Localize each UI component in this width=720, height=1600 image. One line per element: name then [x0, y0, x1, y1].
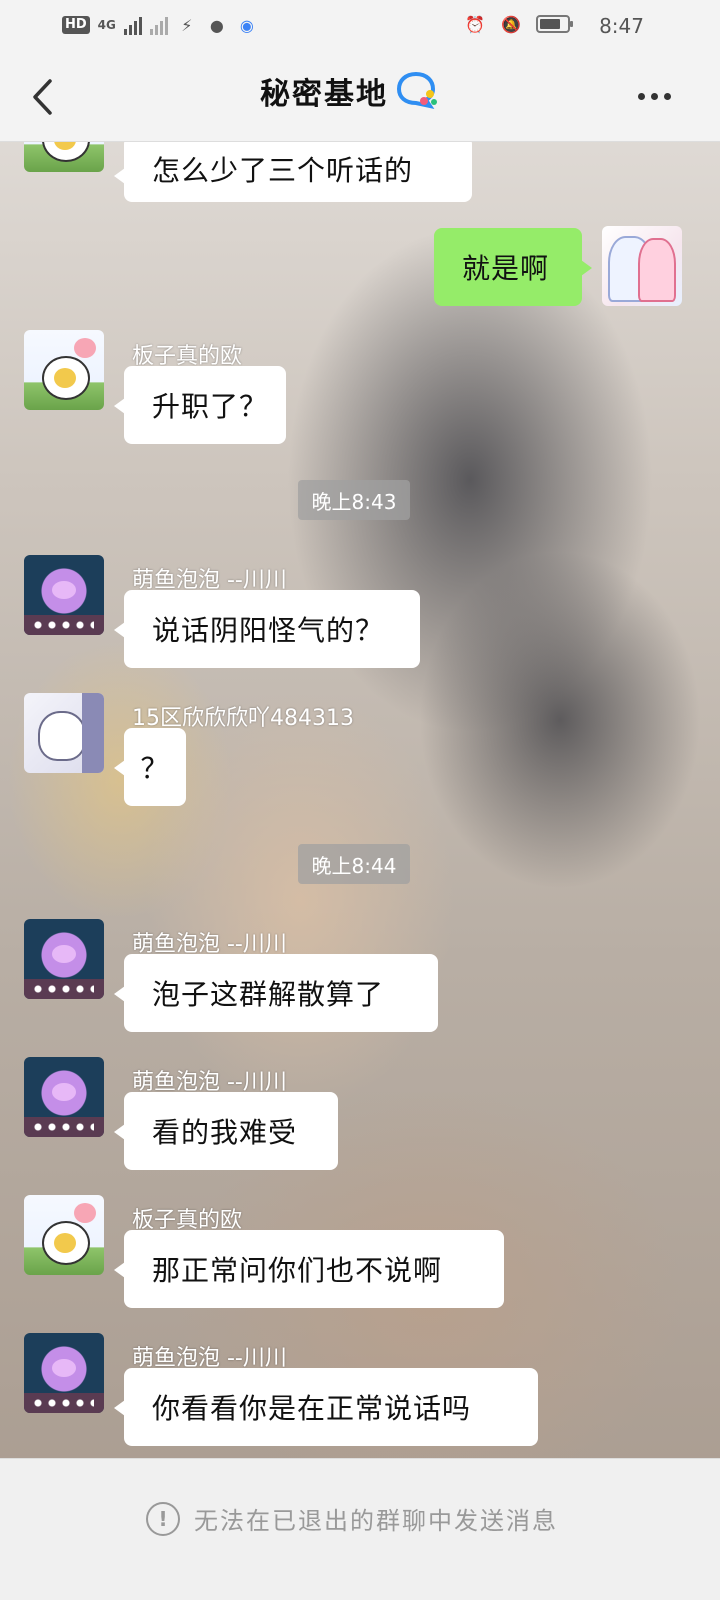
alarm-icon: ⏰ [465, 14, 485, 34]
group-chat-icon [396, 71, 437, 109]
battery-icon [536, 15, 573, 33]
avatar[interactable] [24, 693, 104, 773]
more-dot-icon [663, 92, 671, 100]
avatar[interactable] [24, 330, 104, 410]
avatar[interactable] [24, 142, 104, 172]
link-icon: ⚡ [181, 15, 193, 35]
more-dot-icon [637, 92, 645, 100]
timestamp: 晚上8:43 [298, 480, 410, 520]
message-text: 看的我难受 [152, 1116, 298, 1149]
mute-icon: 🔕 [501, 14, 521, 34]
message-text: 你看看你是在正常说话吗 [152, 1392, 472, 1425]
avatar[interactable] [24, 555, 104, 635]
disabled-notice-text: 无法在已退出的群聊中发送消息 [194, 1507, 558, 1535]
signal-icon [123, 15, 142, 35]
hd-badge: HD [62, 16, 90, 34]
timestamp-text: 晚上8:44 [311, 853, 397, 878]
message-text: 怎么少了三个听话的 [152, 154, 414, 187]
message-text: 就是啊 [462, 252, 550, 285]
avatar[interactable] [24, 1057, 104, 1137]
message-text: 泡子这群解散算了 [152, 978, 385, 1011]
status-bar: HD 4G ⚡ ● ◉ ⏰ 🔕 8:47 [0, 0, 720, 52]
avatar[interactable] [24, 919, 104, 999]
network-type-label: 4G [97, 18, 116, 32]
message-bubble[interactable]: 看的我难受 [114, 1092, 338, 1170]
status-time: 8:47 [599, 14, 644, 38]
avatar[interactable] [24, 1195, 104, 1275]
input-disabled-bar: ! 无法在已退出的群聊中发送消息 [0, 1458, 720, 1600]
my-avatar[interactable] [602, 226, 682, 306]
chat-title: 秘密基地 [260, 77, 388, 112]
timestamp: 晚上8:44 [298, 844, 410, 884]
my-message-bubble[interactable]: 就是啊 [434, 228, 592, 306]
info-icon: ! [146, 1501, 180, 1536]
avatar[interactable] [24, 1333, 104, 1413]
message-bubble[interactable]: 你看看你是在正常说话吗 [114, 1368, 538, 1446]
message-bubble[interactable]: ？ [114, 728, 186, 806]
disabled-notice: ! 无法在已退出的群聊中发送消息 [146, 1501, 558, 1536]
more-dot-icon [650, 92, 658, 100]
chat-title-group[interactable]: 秘密基地 [260, 70, 440, 110]
wechat-icon: ● [209, 15, 224, 35]
browser-icon: ◉ [239, 15, 254, 35]
back-button[interactable] [22, 72, 62, 122]
chat-header: 秘密基地 [0, 52, 720, 142]
timestamp-text: 晚上8:43 [311, 489, 397, 514]
message-bubble[interactable]: 那正常问你们也不说啊 [114, 1230, 504, 1308]
message-text: ？ [140, 752, 170, 785]
message-bubble[interactable]: 升职了？ [114, 366, 286, 444]
message-bubble[interactable]: 泡子这群解散算了 [114, 954, 438, 1032]
message-bubble[interactable]: 说话阴阳怪气的？ [114, 590, 420, 668]
message-bubble[interactable]: 怎么少了三个听话的 [114, 142, 472, 202]
chevron-left-icon [33, 79, 52, 115]
message-text: 那正常问你们也不说啊 [152, 1254, 443, 1287]
message-list[interactable]: 怎么少了三个听话的 就是啊 板子真的欧 升职了？ 晚上8:43 萌鱼泡泡 --川… [0, 142, 720, 1458]
more-options-button[interactable] [632, 84, 676, 108]
message-text: 升职了？ [152, 390, 269, 423]
message-text: 说话阴阳怪气的？ [152, 614, 385, 647]
signal-secondary-icon [149, 15, 168, 35]
